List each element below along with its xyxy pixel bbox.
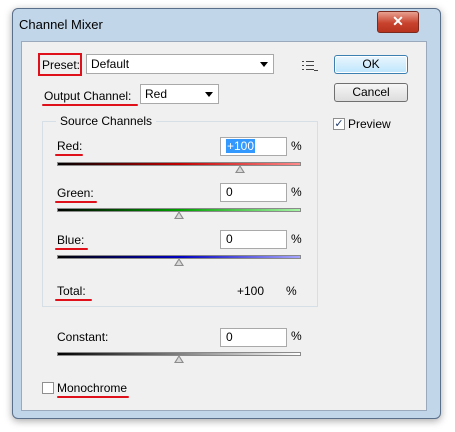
constant-unit: % [291, 329, 302, 343]
preview-label: Preview [348, 117, 391, 131]
chevron-down-icon [260, 62, 268, 67]
red-channel-slider[interactable] [57, 162, 301, 166]
green-channel-unit: % [291, 185, 302, 199]
blue-channel-label: Blue: [57, 233, 85, 247]
green-label-annotation [55, 201, 97, 203]
source-channels-title: Source Channels [56, 114, 157, 128]
red-channel-input[interactable]: +100 [220, 137, 287, 156]
preset-select-value: Default [91, 57, 130, 71]
total-label-annotation [55, 299, 92, 301]
dialog-title: Channel Mixer [19, 17, 103, 32]
total-label: Total: [57, 284, 86, 298]
preset-select[interactable]: Default [86, 54, 274, 74]
total-value: +100 [237, 284, 265, 298]
preview-checkbox[interactable]: ✓ [333, 118, 345, 130]
monochrome-checkbox[interactable] [42, 382, 54, 394]
green-channel-label: Green: [57, 186, 94, 200]
close-button[interactable]: ✕ [377, 11, 419, 33]
green-channel-value: 0 [226, 185, 233, 199]
monochrome-label: Monochrome [57, 381, 128, 395]
ok-button[interactable]: OK [334, 55, 408, 74]
constant-thumb[interactable] [174, 355, 184, 363]
red-channel-thumb[interactable] [235, 165, 245, 173]
blue-channel-input[interactable]: 0 [220, 230, 287, 249]
red-channel-unit: % [291, 139, 302, 153]
red-channel-label: Red: [57, 139, 83, 153]
blue-label-annotation [55, 248, 88, 250]
constant-label: Constant: [57, 330, 109, 344]
constant-input[interactable]: 0 [220, 328, 287, 347]
total-unit: % [286, 284, 297, 298]
constant-value: 0 [226, 330, 233, 344]
red-label-annotation [55, 154, 83, 156]
cancel-button[interactable]: Cancel [334, 83, 408, 102]
blue-channel-unit: % [291, 232, 302, 246]
close-icon[interactable]: ✕ [392, 13, 404, 29]
list-menu-icon[interactable] [302, 60, 318, 72]
red-channel-value: +100 [226, 139, 256, 153]
monochrome-annotation [57, 396, 129, 398]
output-channel-annotation [42, 104, 138, 106]
preset-label: Preset: [42, 58, 81, 72]
blue-channel-value: 0 [226, 232, 233, 246]
output-channel-label: Output Channel: [44, 89, 132, 103]
green-channel-thumb[interactable] [174, 211, 184, 219]
green-channel-input[interactable]: 0 [220, 183, 287, 202]
output-channel-select[interactable]: Red [140, 84, 219, 104]
output-channel-value: Red [145, 87, 168, 101]
chevron-down-icon [205, 92, 213, 97]
checkmark-icon: ✓ [334, 118, 344, 130]
blue-channel-thumb[interactable] [174, 258, 184, 266]
